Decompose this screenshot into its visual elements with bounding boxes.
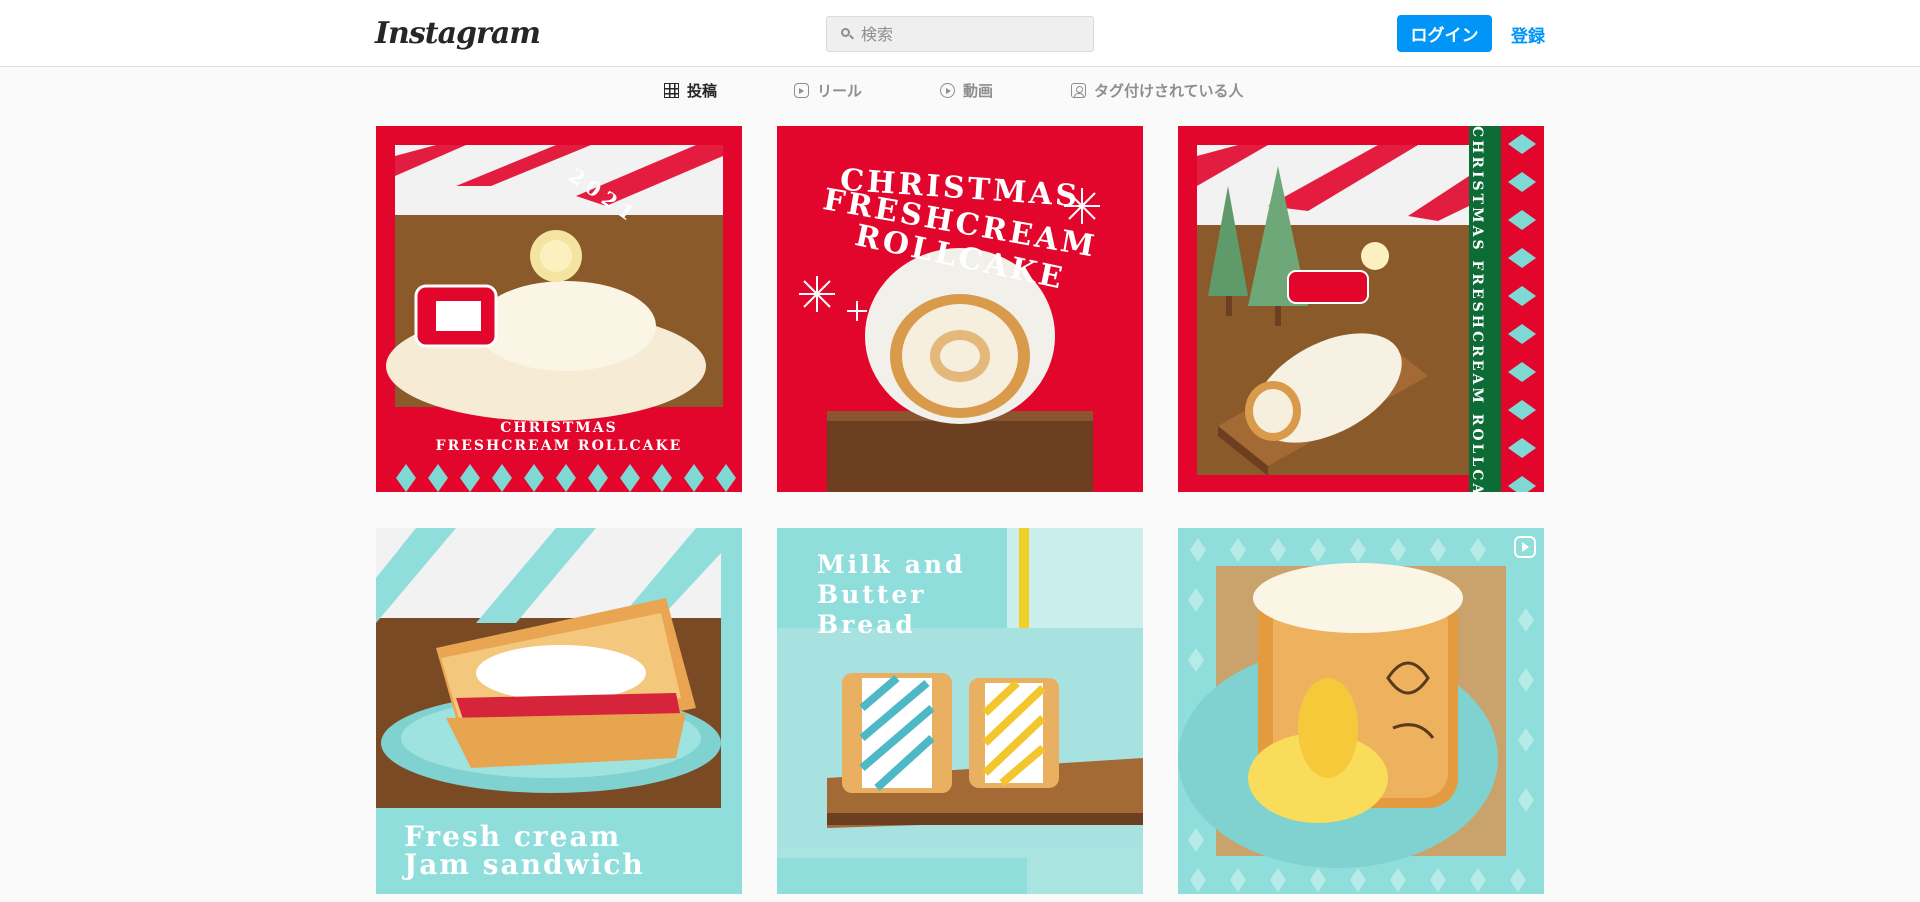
tab-tagged[interactable]: タグ付けされている人: [1071, 80, 1244, 101]
tab-reels-label: リール: [817, 82, 863, 100]
post-tile-2[interactable]: CHRISTMAS FRESHCREAM ROLLCAKE: [777, 126, 1143, 492]
grid-icon: [664, 83, 679, 98]
post-tile-6[interactable]: [1178, 528, 1544, 894]
tab-reels[interactable]: リール: [794, 80, 862, 101]
post-image-3: [1178, 126, 1544, 492]
post-tile-1[interactable]: 2021 CHRISTMAS FRESHCREAM ROLLCAKE: [376, 126, 742, 492]
post-1-caption-1: CHRISTMAS: [500, 420, 618, 436]
signup-link[interactable]: 登録: [1511, 22, 1545, 47]
post-5-caption-3: Bread: [817, 610, 916, 639]
post-tile-3[interactable]: CHRISTMAS FRESHCREAM ROLLCAKE: [1178, 126, 1544, 492]
profile-tabs: 投稿 リール 動画 タグ付けされている人: [0, 80, 1920, 106]
top-navbar: Instagram ログイン 登録: [0, 0, 1920, 67]
login-button[interactable]: ログイン: [1397, 15, 1492, 52]
instagram-logo[interactable]: Instagram: [375, 16, 541, 51]
post-4-caption-2: Jam sandwich: [404, 848, 645, 881]
post-5-caption-1: Milk and: [817, 550, 966, 579]
tab-posts-label: 投稿: [687, 82, 718, 100]
reel-badge-icon: [1515, 537, 1535, 557]
search-icon: [841, 28, 854, 40]
post-tile-5[interactable]: Milk and Butter Bread: [777, 528, 1143, 894]
post-tile-4[interactable]: Fresh cream Jam sandwich: [376, 528, 742, 894]
post-3-vertical-caption: CHRISTMAS FRESHCREAM ROLLCAKE: [1469, 126, 1485, 492]
post-5-caption-2: Butter: [817, 580, 927, 609]
tagged-icon: [1071, 83, 1086, 98]
tab-videos[interactable]: 動画: [940, 80, 993, 101]
tab-tagged-label: タグ付けされている人: [1094, 82, 1244, 100]
tab-videos-label: 動画: [963, 82, 994, 100]
video-icon: [940, 83, 955, 98]
reels-icon: [794, 83, 809, 98]
search-box[interactable]: [826, 16, 1094, 52]
tab-posts[interactable]: 投稿: [664, 80, 717, 101]
post-image-6: [1178, 528, 1544, 894]
post-1-caption-2: FRESHCREAM ROLLCAKE: [435, 438, 683, 454]
search-input[interactable]: [861, 24, 1081, 44]
